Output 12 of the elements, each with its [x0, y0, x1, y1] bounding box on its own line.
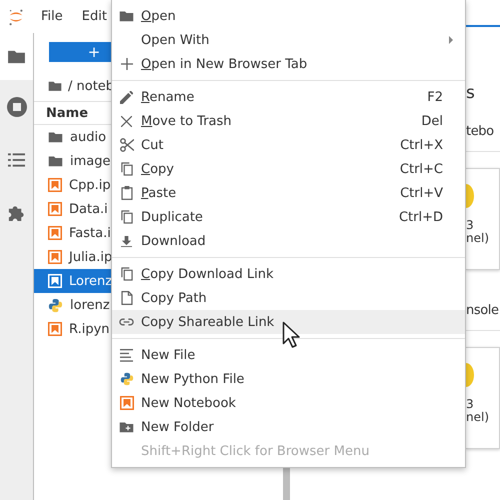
file-name: Cpp.ip	[69, 178, 111, 192]
file-name: R.ipyn	[69, 322, 110, 336]
section-title: tebo	[466, 124, 494, 138]
file-name: Fasta.i	[69, 226, 111, 240]
file-name: Data.i	[69, 202, 108, 216]
file-name: audio	[70, 130, 106, 144]
file-name: image	[70, 154, 110, 168]
section-title: nsole	[466, 302, 499, 318]
file-name: lorenz	[70, 298, 110, 312]
file-name: Julia.ip	[69, 250, 112, 264]
launcher-heading: s	[466, 83, 475, 103]
file-name: Lorenz	[69, 274, 112, 288]
